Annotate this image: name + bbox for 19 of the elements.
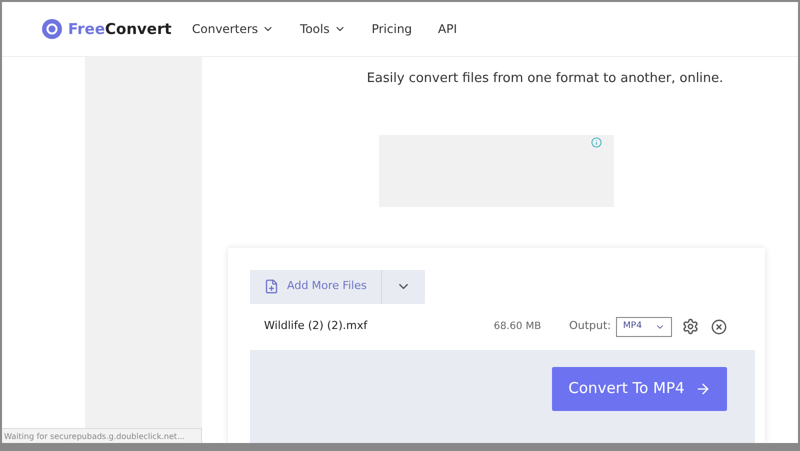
settings-icon[interactable]: [682, 318, 699, 335]
nav-link[interactable]: Tools: [300, 20, 346, 38]
arrow-icon: [694, 380, 711, 396]
tagline: Easily convert files from one format to another, online.: [366, 70, 724, 88]
format-select[interactable]: MP4: [616, 316, 672, 336]
output-label: Output:: [569, 318, 611, 334]
logo-text[interactable]: FreeConvert: [68, 18, 172, 40]
nav-link[interactable]: Pricing: [372, 20, 412, 38]
file-add-icon: [264, 279, 279, 294]
nav-link[interactable]: Converters: [192, 20, 274, 38]
convert-button[interactable]: Convert To MP4: [552, 366, 727, 410]
add-files-tab[interactable]: Add More Files: [250, 270, 425, 304]
status-bar: Waiting for securepubads.g.doubleclick.net...: [2, 428, 202, 443]
add-more-files-button[interactable]: Add More Files: [250, 270, 381, 304]
close-icon[interactable]: [711, 318, 727, 334]
file-size: 68.60 MB: [494, 320, 542, 334]
logo-icon: [42, 19, 62, 39]
file-name: Wildlife (2) (2).mxf: [264, 318, 368, 334]
nav-link[interactable]: API: [438, 20, 458, 38]
